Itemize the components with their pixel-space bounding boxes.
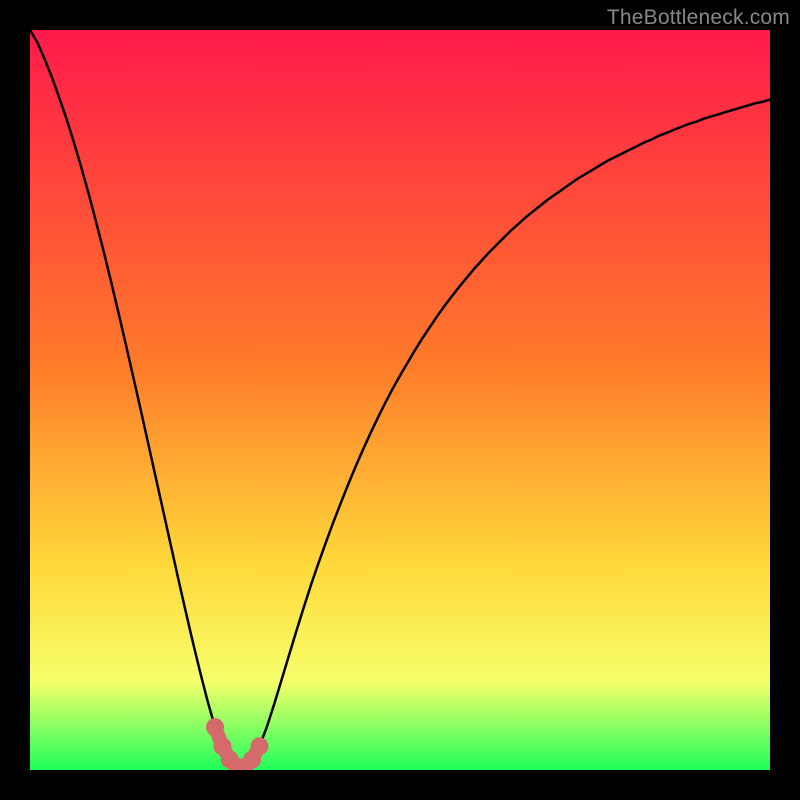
marker-dot — [250, 737, 268, 755]
marker-dot — [206, 718, 224, 736]
bottleneck-chart — [30, 30, 770, 770]
image-frame: TheBottleneck.com — [0, 0, 800, 800]
watermark-text: TheBottleneck.com — [607, 6, 790, 30]
gradient-background — [30, 30, 770, 770]
